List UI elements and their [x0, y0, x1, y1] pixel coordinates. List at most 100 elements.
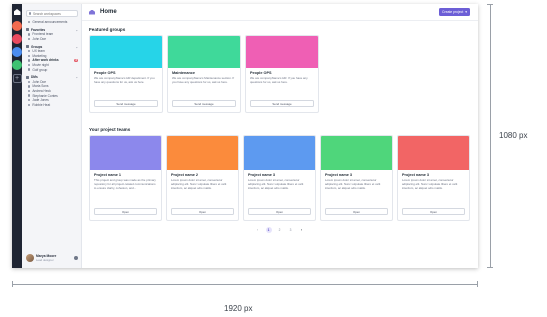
- card-title: Maintenance: [172, 71, 195, 75]
- card-description: Lorem ipsum dolor sit amet, consectetur …: [325, 178, 381, 190]
- home-icon: [89, 9, 95, 15]
- card-body: People OPS We are companyName's HR depart…: [90, 68, 162, 112]
- send-message-button[interactable]: Send message: [94, 100, 158, 107]
- channel-icon: [28, 21, 31, 24]
- card-cover-image: [244, 136, 315, 170]
- sidebar-item[interactable]: Robbie Heat: [26, 103, 78, 108]
- card-description: Lorem ipsum dolor sit amet, consectetur …: [402, 178, 458, 190]
- user-icon: [28, 80, 31, 84]
- workspace-list: [12, 21, 22, 70]
- section-icon: [26, 75, 29, 79]
- project-teams-title: Your project teams: [89, 127, 131, 132]
- card-title: People OPS: [94, 71, 116, 75]
- open-button[interactable]: Open: [171, 208, 234, 215]
- search-icon: [29, 12, 31, 15]
- channel-icon: [28, 50, 31, 53]
- send-message-button[interactable]: Send message: [172, 100, 236, 107]
- team-card: Project name 3 Lorem ipsum dolor sit amet…: [320, 135, 393, 221]
- sidebar-item-label: Golf group: [32, 67, 48, 72]
- top-bar: Home Create project ▾: [82, 4, 478, 21]
- sidebar-item[interactable]: Golf group: [26, 67, 78, 72]
- workspace-green-icon[interactable]: [12, 60, 22, 70]
- card-title: People OPS: [250, 71, 272, 75]
- sidebar-section-title: Groups: [31, 44, 43, 49]
- user-icon: [28, 99, 31, 102]
- card-description: Lorem ipsum dolor sit amet, consectetur …: [248, 178, 304, 190]
- sidebar-item-label: Andrea Heck: [32, 89, 51, 94]
- open-button[interactable]: Open: [402, 208, 465, 215]
- sidebar-item-label: Frontend team: [32, 32, 54, 37]
- card-body: Project name 3 Lorem ipsum dolor sit amet…: [398, 170, 469, 220]
- group-card: People OPS We are companyName's HR depart…: [89, 35, 163, 113]
- sidebar: General announcements Favorites⌄Frontend…: [22, 4, 82, 268]
- card-body: Project name 3 Lorem ipsum dolor sit amet…: [321, 170, 392, 220]
- section-icon: [26, 45, 29, 49]
- sidebar-item-label: Marketing: [32, 53, 47, 58]
- section-icon: [26, 28, 29, 32]
- card-description: Lorem ipsum dolor sit amet, consectetur …: [171, 178, 227, 190]
- open-button[interactable]: Open: [94, 208, 157, 215]
- user-profile[interactable]: Marya Moore Lead designer: [26, 252, 78, 264]
- card-cover-image: [168, 36, 240, 68]
- content: Featured groups People OPS We are company…: [82, 21, 478, 268]
- card-title: Project name 1: [94, 173, 122, 177]
- app-window: + General announcements Favorites⌄Fronte…: [12, 4, 478, 268]
- channel-icon: [28, 68, 31, 71]
- page-2-button[interactable]: 2: [277, 227, 283, 233]
- user-icon: [28, 85, 31, 88]
- width-dimension-line: [12, 281, 478, 287]
- pagination: ‹ 1 2 3 ›: [89, 227, 470, 233]
- featured-groups-title: Featured groups: [89, 27, 126, 32]
- user-icon: [28, 94, 31, 97]
- open-button[interactable]: Open: [248, 208, 311, 215]
- gear-icon[interactable]: [74, 256, 78, 260]
- card-body: Project name 2 Lorem ipsum dolor sit amet…: [167, 170, 238, 220]
- avatar: [26, 254, 34, 262]
- team-card: Project name 3 Lorem ipsum dolor sit amet…: [397, 135, 470, 221]
- card-title: Project name 3: [248, 173, 276, 177]
- page-3-button[interactable]: 3: [288, 227, 294, 233]
- page-1-button[interactable]: 1: [265, 227, 272, 233]
- sidebar-item-label: Jade Jones: [32, 98, 49, 103]
- card-body: Project name 1 This project and group was…: [90, 170, 161, 220]
- card-body: People OPS We are companyName's HR. If yo…: [246, 68, 318, 112]
- chevron-down-icon: ⌄: [75, 44, 78, 49]
- group-card: Maintenance We are companyName's Maintena…: [167, 35, 241, 113]
- search-input[interactable]: [33, 11, 77, 16]
- user-icon: [28, 103, 31, 106]
- create-project-button[interactable]: Create project ▾: [439, 8, 470, 16]
- unread-badge: 3: [74, 58, 78, 63]
- group-card: People OPS We are companyName's HR. If yo…: [245, 35, 319, 113]
- prev-page-button[interactable]: ‹: [255, 227, 261, 233]
- home-logo-icon[interactable]: [13, 9, 21, 15]
- sidebar-item-label: Movie night: [32, 63, 49, 68]
- card-body: Project name 3 Lorem ipsum dolor sit amet…: [244, 170, 315, 220]
- team-card: Project name 1 This project and group was…: [89, 135, 162, 221]
- channel-icon: [28, 59, 31, 62]
- plus-icon: +: [14, 75, 20, 82]
- height-dimension-label: 1080 px: [499, 131, 528, 140]
- card-description: This project and group was made as the p…: [94, 178, 156, 190]
- chevron-down-icon: ⌄: [75, 27, 78, 32]
- user-icon: [28, 89, 31, 93]
- card-description: We are companyName's Maintenance section…: [172, 76, 235, 84]
- sidebar-item-label: Maria Sons: [32, 84, 49, 89]
- sidebar-item[interactable]: John Doe: [26, 37, 78, 42]
- main-area: Home Create project ▾ Featured groups Pe…: [82, 4, 478, 268]
- project-teams: Project name 1 This project and group was…: [89, 135, 470, 221]
- sidebar-item-label: Stephanie Contes: [32, 93, 58, 98]
- send-message-button[interactable]: Send message: [250, 100, 314, 107]
- workspace-blue-icon[interactable]: [12, 47, 22, 57]
- card-cover-image: [90, 136, 161, 170]
- search-box[interactable]: [26, 10, 78, 17]
- next-page-button[interactable]: ›: [299, 227, 305, 233]
- open-button[interactable]: Open: [325, 208, 388, 215]
- workspace-red-icon[interactable]: [12, 34, 22, 44]
- sidebar-item-label: John Doe: [32, 37, 47, 42]
- card-body: Maintenance We are companyName's Maintena…: [168, 68, 240, 112]
- workspace-orange-icon[interactable]: [12, 21, 22, 31]
- card-cover-image: [246, 36, 318, 68]
- card-title: Project name 3: [402, 173, 430, 177]
- add-workspace-button[interactable]: +: [12, 74, 22, 83]
- card-description: We are companyName's HR department. If y…: [94, 76, 155, 84]
